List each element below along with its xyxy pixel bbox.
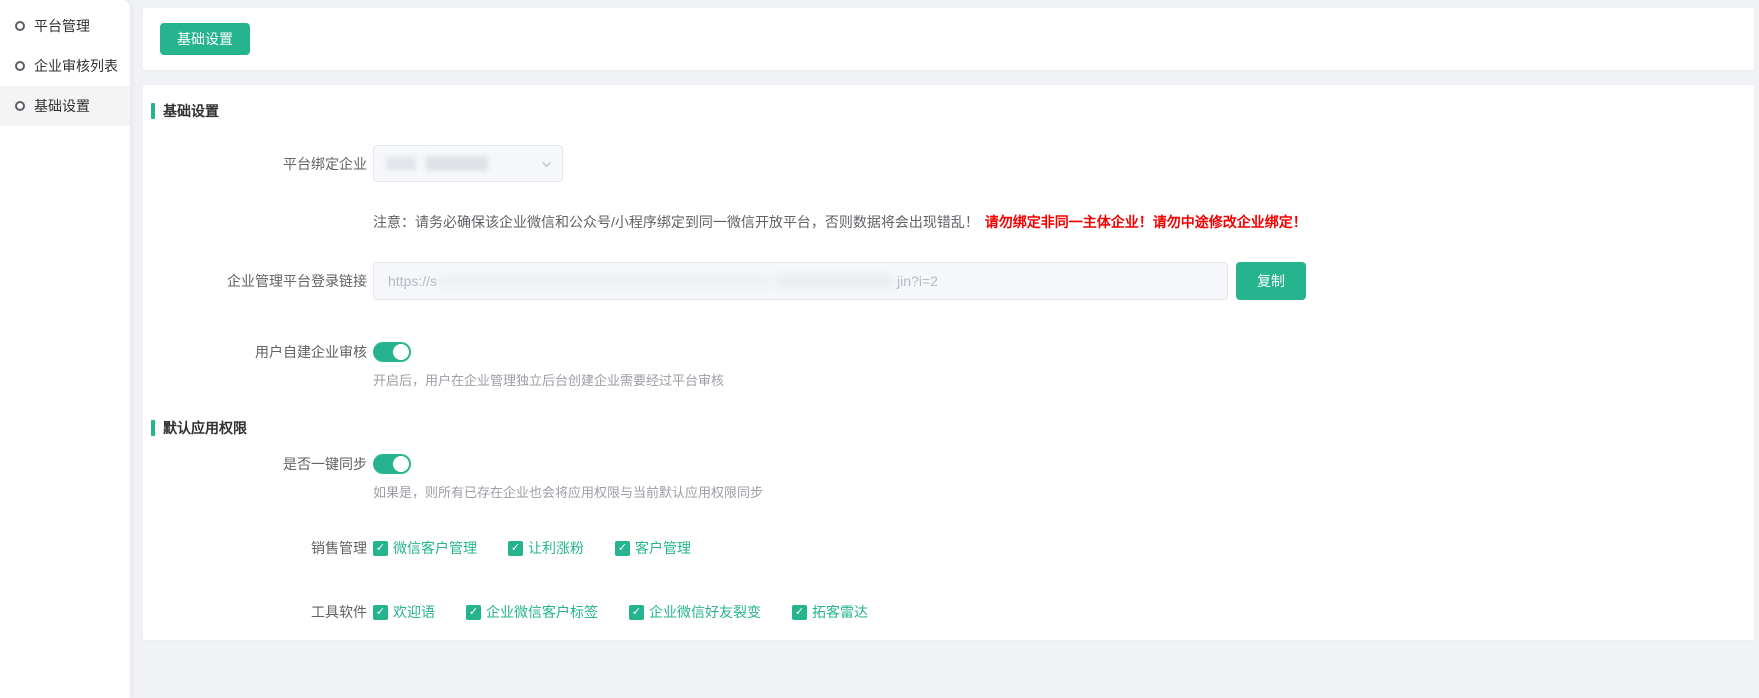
checkbox-label: 让利涨粉 <box>528 538 584 558</box>
default-permission-section-header: 默认应用权限 <box>151 418 1734 438</box>
one-key-sync-toggle[interactable] <box>373 454 411 474</box>
checkbox-checked-icon: ✓ <box>373 605 388 620</box>
checkbox-wechat-customer-management[interactable]: ✓ 微信客户管理 <box>373 538 477 558</box>
sales-management-label: 销售管理 <box>151 538 373 558</box>
app-root: 平台管理 企业审核列表 基础设置 基础设置 基础设置 平台绑定企业 <box>0 0 1759 698</box>
sales-checkbox-group: ✓ 微信客户管理 ✓ 让利涨粉 ✓ 客户管理 <box>373 538 691 558</box>
checkbox-profit-fans[interactable]: ✓ 让利涨粉 <box>508 538 584 558</box>
checkbox-checked-icon: ✓ <box>629 605 644 620</box>
toggle-knob <box>393 456 409 472</box>
redacted-company-name-segment <box>386 157 416 170</box>
redacted-url-segment <box>439 274 769 288</box>
login-link-label: 企业管理平台登录链接 <box>151 271 373 291</box>
toggle-knob <box>393 344 409 360</box>
copy-button[interactable]: 复制 <box>1236 262 1306 300</box>
sidebar-item-label: 平台管理 <box>34 16 90 36</box>
checkbox-checked-icon: ✓ <box>508 541 523 556</box>
radio-circle-icon <box>15 21 25 31</box>
one-key-sync-helper-row: 如果是，则所有已存在企业也会将应用权限与当前默认应用权限同步 <box>151 484 1734 502</box>
one-key-sync-row: 是否一键同步 <box>151 454 1734 474</box>
platform-bind-select[interactable] <box>373 145 563 182</box>
checkbox-checked-icon: ✓ <box>373 541 388 556</box>
sidebar-item-basic-settings[interactable]: 基础设置 <box>0 86 130 126</box>
checkbox-wecom-customer-tag[interactable]: ✓ 企业微信客户标签 <box>466 602 598 622</box>
platform-bind-label: 平台绑定企业 <box>151 154 373 174</box>
settings-card: 基础设置 平台绑定企业 注意：请务必确保该企业微信和公众号/小程序绑定到同一微信… <box>143 85 1754 640</box>
redacted-url-segment <box>775 274 893 288</box>
tab-bar-card: 基础设置 <box>143 8 1754 70</box>
checkbox-label: 企业微信好友裂变 <box>649 602 761 622</box>
checkbox-customer-radar[interactable]: ✓ 拓客雷达 <box>792 602 868 622</box>
login-link-row: 企业管理平台登录链接 https://s jin?i=2 复制 <box>151 262 1734 300</box>
basic-settings-section-header: 基础设置 <box>151 101 1734 121</box>
tool-software-row: 工具软件 ✓ 欢迎语 ✓ 企业微信客户标签 ✓ 企业微信好友裂变 ✓ 拓客雷达 <box>151 602 1734 622</box>
self-build-audit-helper: 开启后，用户在企业管理独立后台创建企业需要经过平台审核 <box>373 372 724 390</box>
sales-management-row: 销售管理 ✓ 微信客户管理 ✓ 让利涨粉 ✓ 客户管理 <box>151 538 1734 558</box>
login-link-input[interactable]: https://s jin?i=2 <box>373 262 1228 300</box>
checkbox-checked-icon: ✓ <box>792 605 807 620</box>
checkbox-welcome-message[interactable]: ✓ 欢迎语 <box>373 602 435 622</box>
section-accent-bar <box>151 420 155 436</box>
sidebar: 平台管理 企业审核列表 基础设置 <box>0 0 130 698</box>
checkbox-checked-icon: ✓ <box>466 605 481 620</box>
sidebar-item-label: 企业审核列表 <box>34 56 118 76</box>
section-title: 默认应用权限 <box>163 418 247 438</box>
checkbox-label: 客户管理 <box>635 538 691 558</box>
self-build-audit-toggle[interactable] <box>373 342 411 362</box>
tools-checkbox-group: ✓ 欢迎语 ✓ 企业微信客户标签 ✓ 企业微信好友裂变 ✓ 拓客雷达 <box>373 602 868 622</box>
checkbox-wecom-friend-fission[interactable]: ✓ 企业微信好友裂变 <box>629 602 761 622</box>
bind-note: 注意：请务必确保该企业微信和公众号/小程序绑定到同一微信开放平台，否则数据将会出… <box>373 212 1307 232</box>
bind-warning-text: 请勿绑定非同一主体企业！请勿中途修改企业绑定！ <box>985 214 1307 230</box>
self-build-audit-helper-row: 开启后，用户在企业管理独立后台创建企业需要经过平台审核 <box>151 372 1734 390</box>
bind-note-text: 注意：请务必确保该企业微信和公众号/小程序绑定到同一微信开放平台，否则数据将会出… <box>373 214 979 230</box>
checkbox-label: 微信客户管理 <box>393 538 477 558</box>
login-link-url-prefix: https://s <box>388 273 437 289</box>
sidebar-item-platform-management[interactable]: 平台管理 <box>0 6 130 46</box>
basic-settings-tab-button[interactable]: 基础设置 <box>160 23 250 55</box>
checkbox-checked-icon: ✓ <box>615 541 630 556</box>
radio-circle-icon <box>15 101 25 111</box>
redacted-company-name-segment <box>426 156 488 171</box>
checkbox-customer-management[interactable]: ✓ 客户管理 <box>615 538 691 558</box>
chevron-down-icon <box>540 158 553 174</box>
sidebar-item-enterprise-audit-list[interactable]: 企业审核列表 <box>0 46 130 86</box>
tool-software-label: 工具软件 <box>151 602 373 622</box>
checkbox-label: 拓客雷达 <box>812 602 868 622</box>
section-title: 基础设置 <box>163 101 219 121</box>
section-accent-bar <box>151 103 155 119</box>
bind-note-row: 注意：请务必确保该企业微信和公众号/小程序绑定到同一微信开放平台，否则数据将会出… <box>151 212 1734 232</box>
checkbox-label: 企业微信客户标签 <box>486 602 598 622</box>
sidebar-item-label: 基础设置 <box>34 96 90 116</box>
checkbox-label: 欢迎语 <box>393 602 435 622</box>
platform-bind-row: 平台绑定企业 <box>151 145 1734 182</box>
self-build-audit-label: 用户自建企业审核 <box>151 342 373 362</box>
self-build-audit-row: 用户自建企业审核 <box>151 342 1734 362</box>
one-key-sync-helper: 如果是，则所有已存在企业也会将应用权限与当前默认应用权限同步 <box>373 484 763 502</box>
one-key-sync-label: 是否一键同步 <box>151 454 373 474</box>
radio-circle-icon <box>15 61 25 71</box>
login-link-url-suffix: jin?i=2 <box>897 273 938 289</box>
